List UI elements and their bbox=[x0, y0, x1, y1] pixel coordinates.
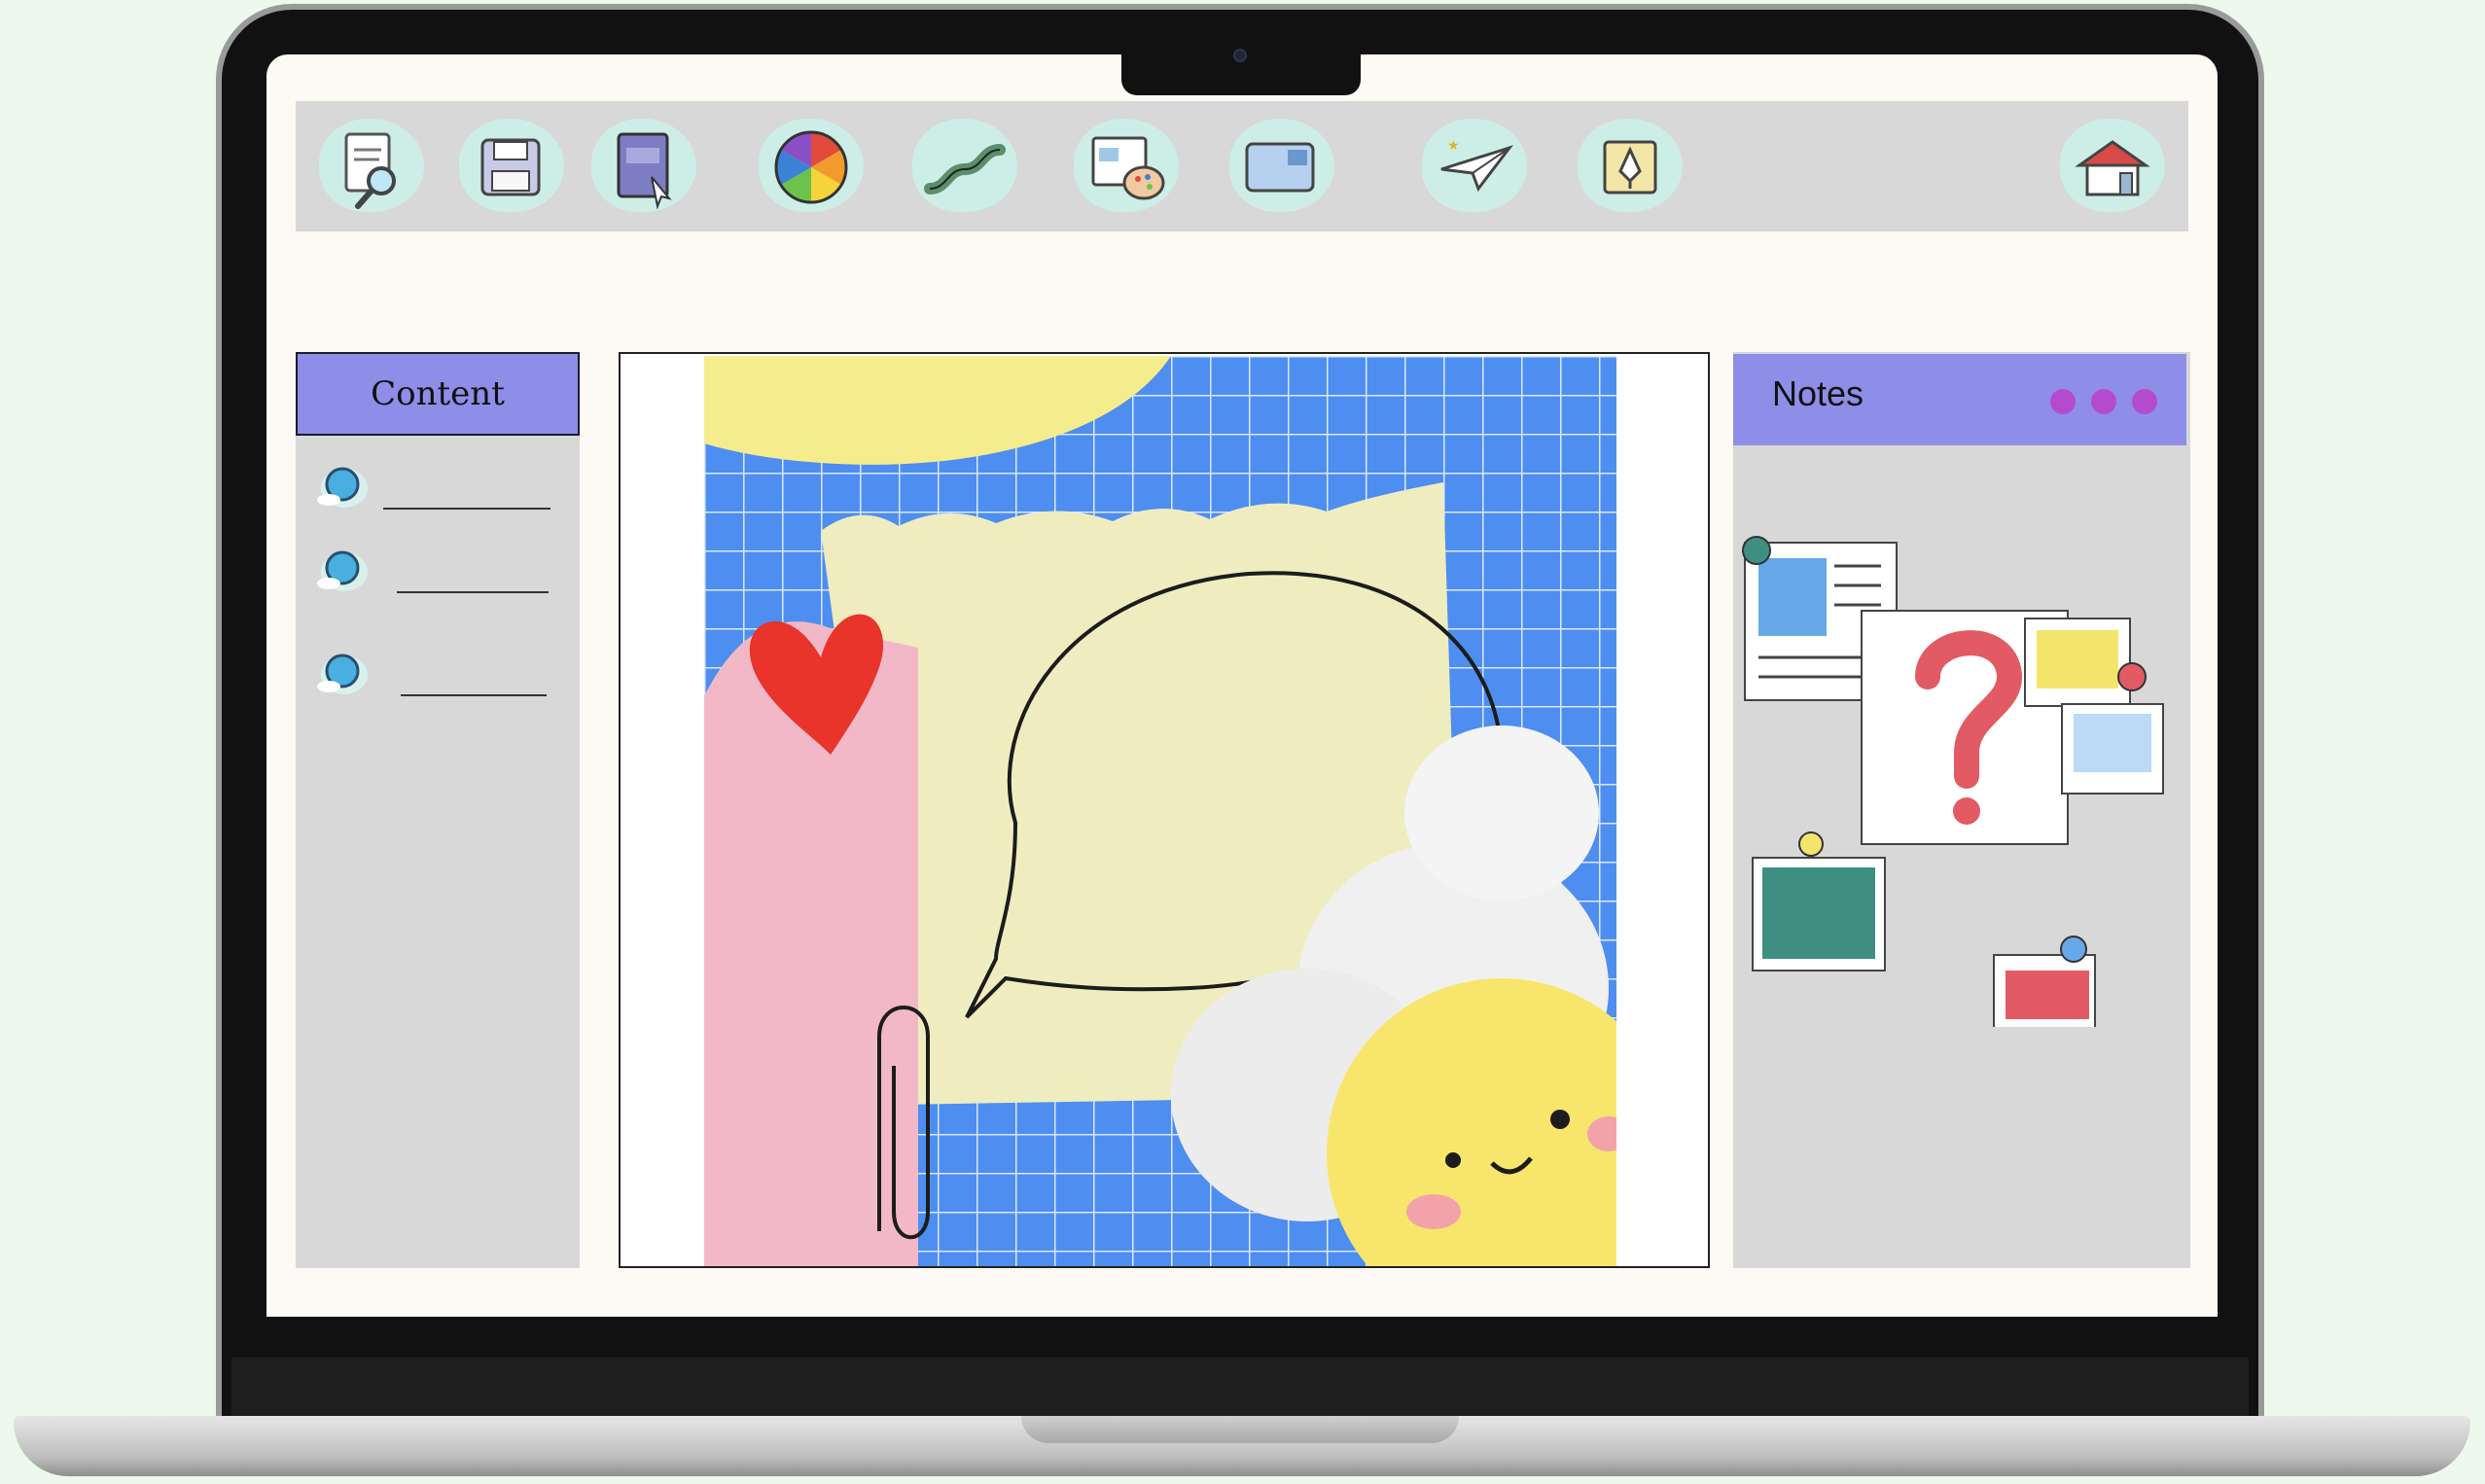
paper-plane-icon[interactable]: ★ bbox=[1414, 113, 1535, 222]
globe-icon bbox=[317, 654, 368, 694]
notes-title: Notes bbox=[1772, 373, 1864, 413]
svg-text:★: ★ bbox=[1447, 137, 1460, 153]
laptop-bezel bbox=[231, 1358, 2249, 1418]
toolbar: ★ bbox=[296, 101, 2188, 231]
content-item[interactable] bbox=[315, 644, 549, 702]
globe-icon bbox=[317, 550, 368, 591]
screen: ★ Content Notes bbox=[266, 54, 2218, 1317]
home-icon[interactable] bbox=[2052, 113, 2173, 222]
camera-icon bbox=[1233, 49, 1247, 62]
pinned-notes-illustration bbox=[1742, 536, 2164, 1027]
pen-tool-icon[interactable] bbox=[1570, 113, 1690, 222]
laptop-opening-notch bbox=[1021, 1416, 1459, 1443]
canvas-artwork[interactable] bbox=[704, 356, 1616, 1266]
floppy-disk-icon[interactable] bbox=[451, 113, 572, 222]
image-palette-icon[interactable] bbox=[1066, 113, 1187, 222]
squiggle-line-icon[interactable] bbox=[905, 113, 1025, 222]
image-frame-icon[interactable] bbox=[1222, 113, 1342, 222]
color-wheel-icon[interactable] bbox=[751, 113, 871, 222]
document-search-icon[interactable] bbox=[311, 113, 432, 222]
content-item[interactable] bbox=[315, 541, 549, 599]
content-item[interactable] bbox=[315, 457, 550, 515]
book-cursor-icon[interactable] bbox=[584, 113, 704, 222]
globe-icon bbox=[317, 467, 368, 508]
content-panel-title: Content bbox=[296, 352, 580, 436]
notes-header: Notes bbox=[1733, 354, 2186, 445]
